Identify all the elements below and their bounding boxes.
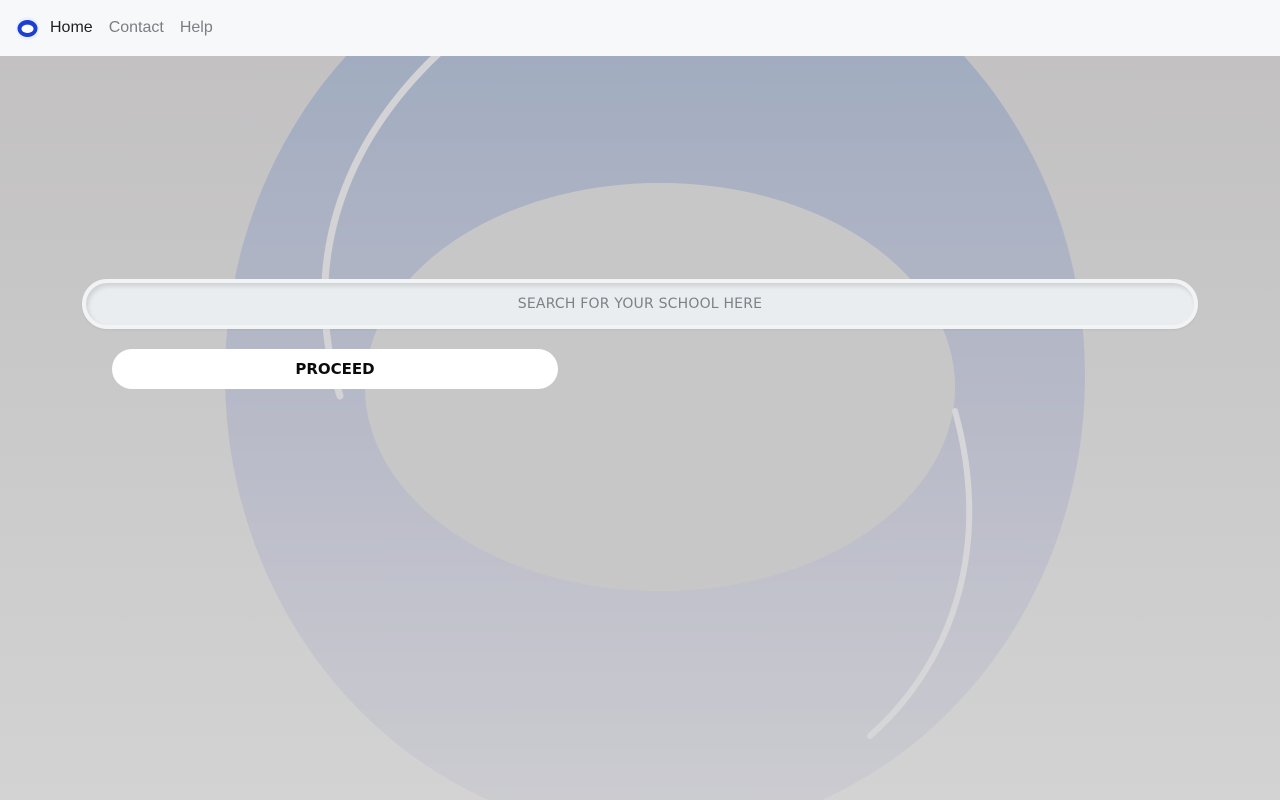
hero-section xyxy=(0,56,1280,800)
nav-link-contact[interactable]: Contact xyxy=(109,0,164,56)
nav-link-help[interactable]: Help xyxy=(180,0,213,56)
brand-logo-icon[interactable] xyxy=(15,16,40,41)
proceed-button[interactable]: PROCEED xyxy=(112,349,558,389)
top-navbar: Home Contact Help xyxy=(0,0,1280,56)
watermark-logo-icon xyxy=(225,56,1085,800)
school-search-input[interactable] xyxy=(82,279,1198,329)
nav-link-home[interactable]: Home xyxy=(50,0,93,56)
